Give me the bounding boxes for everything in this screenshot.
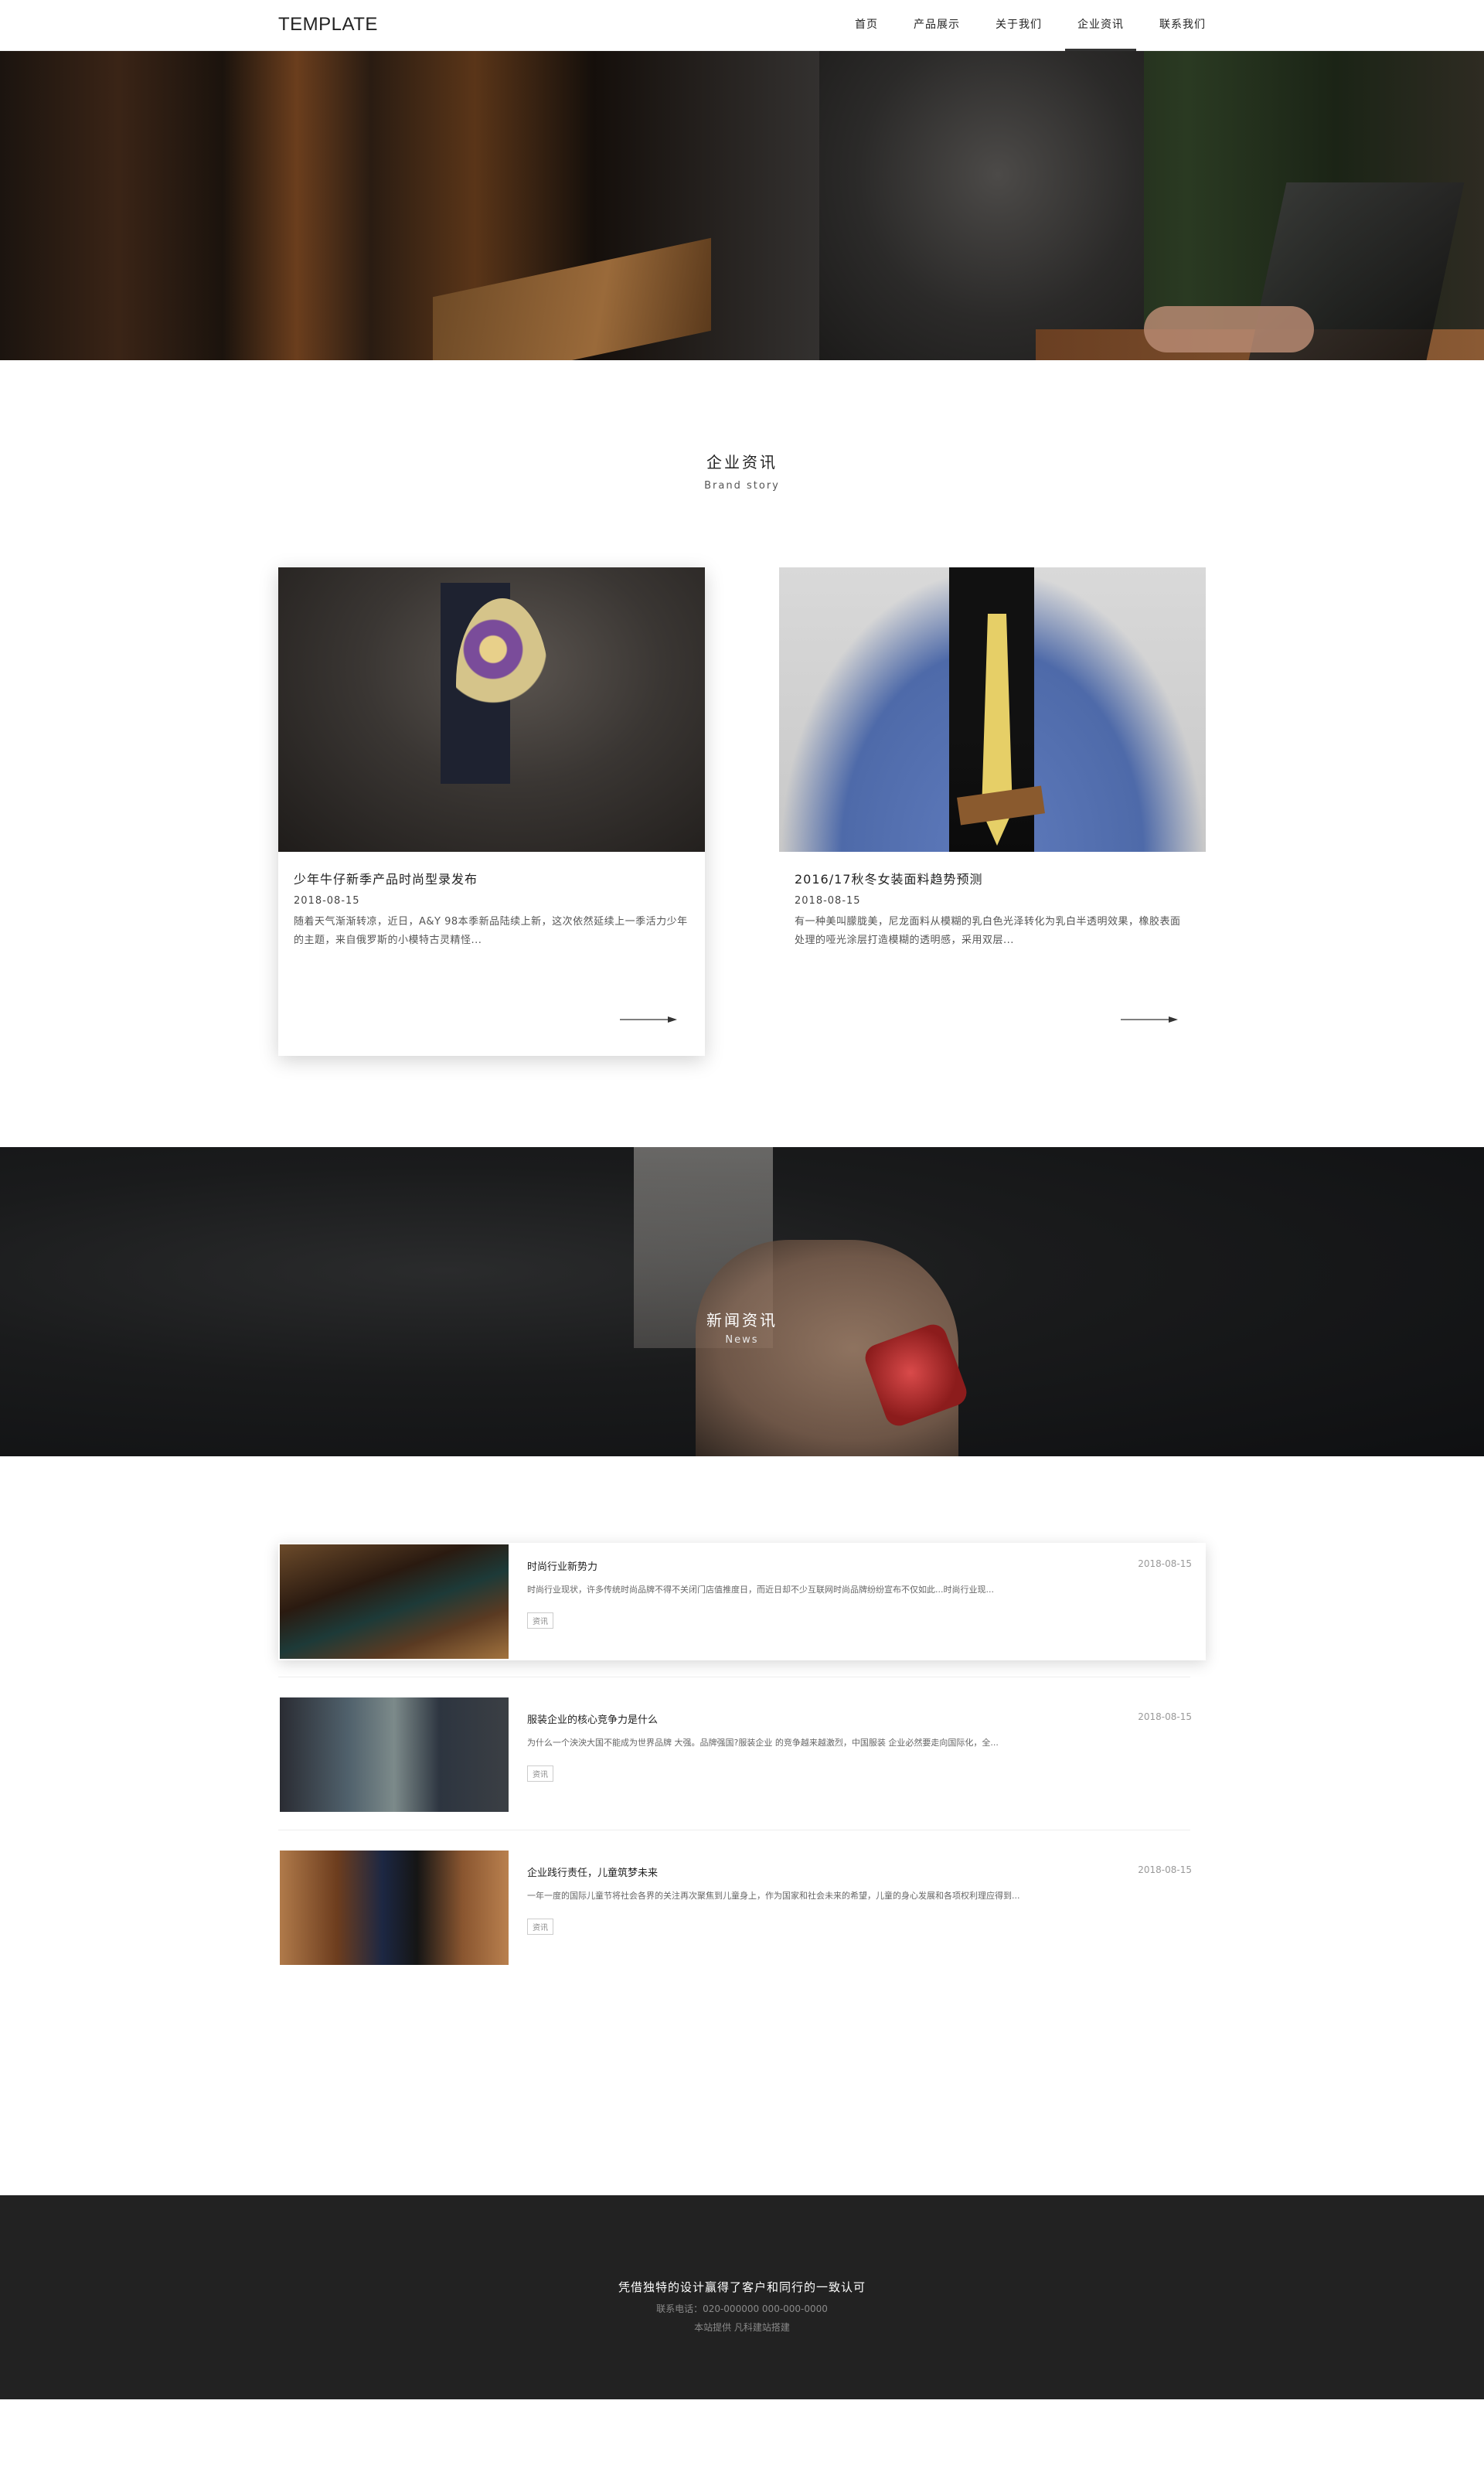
nav-item-home[interactable]: 首页 bbox=[855, 0, 878, 51]
hero-hand-shape bbox=[1144, 306, 1314, 352]
section-title-en: Brand story bbox=[704, 480, 780, 492]
section-title: 企业资讯 Brand story bbox=[0, 450, 1484, 492]
card-date: 2018-08-15 bbox=[795, 895, 861, 907]
news-banner-image: 新闻资讯 News bbox=[0, 1147, 1484, 1456]
card-title[interactable]: 少年牛仔新季产品时尚型录发布 bbox=[294, 869, 689, 887]
site-logo[interactable]: TEMPLATE bbox=[278, 14, 378, 36]
news-description: 时尚行业现状，许多传统时尚品牌不得不关闭门店值推度日，而近日却不少互联网时尚品牌… bbox=[527, 1585, 994, 1595]
nav-item-products[interactable]: 产品展示 bbox=[914, 0, 960, 51]
nav-item-news[interactable]: 企业资讯 bbox=[1065, 0, 1136, 51]
news-list: 时尚行业新势力 2018-08-15 时尚行业现状，许多传统时尚品牌不得不关闭门… bbox=[0, 1456, 1484, 2195]
news-thumbnail[interactable] bbox=[280, 1851, 509, 1965]
card-image-lapel[interactable] bbox=[278, 567, 705, 852]
card-title[interactable]: 2016/17秋冬女装面料趋势预测 bbox=[795, 869, 1190, 887]
card-description: 随着天气渐渐转凉，近日，A&Y 98本季新品陆续上新，这次依然延续上一季活力少年… bbox=[294, 916, 688, 946]
news-title[interactable]: 企业践行责任，儿童筑梦未来 bbox=[527, 1864, 658, 1879]
news-item[interactable]: 服装企业的核心竞争力是什么 2018-08-15 为什么一个泱泱大国不能成为世界… bbox=[278, 1696, 1206, 1813]
brand-cards: 少年牛仔新季产品时尚型录发布 2018-08-15 随着天气渐渐转凉，近日，A&… bbox=[278, 567, 1206, 1056]
card-date: 2018-08-15 bbox=[294, 895, 360, 907]
news-item[interactable]: 企业践行责任，儿童筑梦未来 2018-08-15 一年一度的国际儿童节将社会各界… bbox=[278, 1849, 1206, 1966]
news-thumbnail[interactable] bbox=[280, 1544, 509, 1659]
card-description: 有一种美叫朦胧美，尼龙面料从模糊的乳白色光泽转化为乳白半透明效果，橡胶表面处理的… bbox=[795, 916, 1181, 946]
footer-slogan: 凭借独特的设计赢得了客户和同行的一致认可 bbox=[618, 2280, 866, 2294]
news-description: 一年一度的国际儿童节将社会各界的关注再次聚焦到儿童身上，作为国家和社会未来的希望… bbox=[527, 1891, 1020, 1901]
news-title[interactable]: 时尚行业新势力 bbox=[527, 1558, 597, 1573]
hero-chair-shape bbox=[433, 237, 711, 360]
news-date: 2018-08-15 bbox=[1138, 1711, 1192, 1722]
news-tag: 资讯 bbox=[527, 1919, 553, 1935]
news-banner-title-cn: 新闻资讯 bbox=[706, 1311, 778, 1330]
brand-card[interactable]: 少年牛仔新季产品时尚型录发布 2018-08-15 随着天气渐渐转凉，近日，A&… bbox=[278, 567, 705, 1056]
site-header: TEMPLATE 首页 产品展示 关于我们 企业资讯 联系我们 bbox=[0, 0, 1484, 51]
arrow-right-icon[interactable] bbox=[1121, 1016, 1178, 1023]
footer-phone: 联系电话：020-000000 000-000-0000 bbox=[656, 2303, 828, 2314]
footer-copyright[interactable]: 本站提供 凡科建站搭建 bbox=[0, 2320, 1484, 2334]
nav-item-contact[interactable]: 联系我们 bbox=[1159, 0, 1206, 51]
page-bottom-spacer bbox=[0, 2399, 1484, 2489]
hero-banner-image bbox=[0, 51, 1484, 360]
card-image-blue-suit[interactable] bbox=[779, 567, 1206, 852]
brand-story-section: 企业资讯 Brand story 少年牛仔新季产品时尚型录发布 2018-08-… bbox=[0, 360, 1484, 1147]
brand-card[interactable]: 2016/17秋冬女装面料趋势预测 2018-08-15 有一种美叫朦胧美，尼龙… bbox=[779, 567, 1206, 1056]
news-description: 为什么一个泱泱大国不能成为世界品牌 大强。品牌强国?服装企业 的竞争越来越激烈，… bbox=[527, 1738, 999, 1748]
news-title[interactable]: 服装企业的核心竞争力是什么 bbox=[527, 1711, 658, 1726]
hero-suit-shape bbox=[819, 51, 1144, 360]
section-title-cn: 企业资讯 bbox=[706, 453, 778, 472]
nav-item-about[interactable]: 关于我们 bbox=[996, 0, 1042, 51]
news-thumbnail[interactable] bbox=[280, 1697, 509, 1812]
arrow-right-icon[interactable] bbox=[620, 1016, 677, 1023]
site-footer: 凭借独特的设计赢得了客户和同行的一致认可 联系电话：020-000000 000… bbox=[0, 2195, 1484, 2399]
pocket-square-shape bbox=[957, 785, 1045, 826]
main-nav: 首页 产品展示 关于我们 企业资讯 联系我们 bbox=[819, 0, 1206, 51]
news-date: 2018-08-15 bbox=[1138, 1558, 1192, 1569]
news-item[interactable]: 时尚行业新势力 2018-08-15 时尚行业现状，许多传统时尚品牌不得不关闭门… bbox=[278, 1543, 1206, 1660]
news-banner-title-en: News bbox=[725, 1334, 759, 1346]
news-date: 2018-08-15 bbox=[1138, 1864, 1192, 1875]
news-tag: 资讯 bbox=[527, 1765, 553, 1782]
news-tag: 资讯 bbox=[527, 1612, 553, 1629]
